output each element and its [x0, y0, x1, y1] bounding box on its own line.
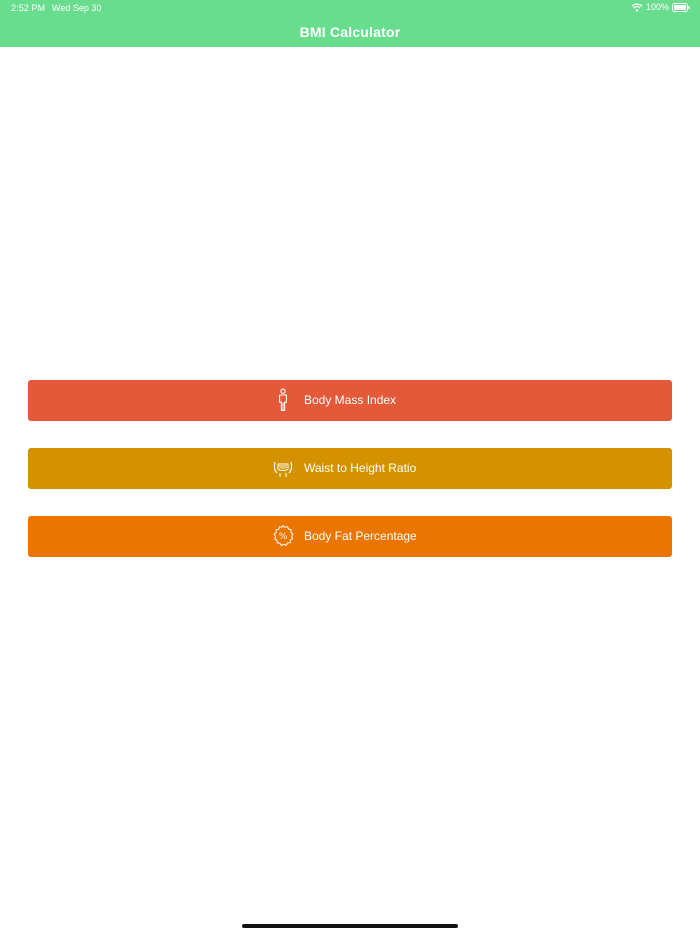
person-icon	[271, 388, 295, 412]
status-indicators: 100%	[631, 2, 690, 12]
waist-to-height-ratio-button[interactable]: Waist to Height Ratio	[28, 448, 672, 489]
svg-text:%: %	[279, 532, 288, 542]
app-header: 2:52 PM Wed Sep 30 100% BMI Calculator	[0, 0, 700, 47]
percent-badge-icon: %	[271, 524, 295, 548]
body-mass-index-button[interactable]: Body Mass Index	[28, 380, 672, 421]
waist-measure-icon	[271, 456, 295, 480]
page-title: BMI Calculator	[299, 24, 401, 40]
status-date: Wed Sep 30	[52, 3, 102, 13]
body-fat-percentage-button[interactable]: % Body Fat Percentage	[28, 516, 672, 557]
waist-to-height-ratio-label: Waist to Height Ratio	[304, 461, 417, 475]
status-time: 2:52 PM	[11, 3, 46, 13]
wifi-icon	[631, 2, 643, 12]
body-mass-index-label: Body Mass Index	[304, 393, 397, 407]
battery-icon	[672, 2, 690, 12]
battery-percent: 100%	[645, 2, 669, 12]
home-indicator[interactable]	[242, 924, 458, 928]
body-fat-percentage-label: Body Fat Percentage	[304, 529, 417, 543]
